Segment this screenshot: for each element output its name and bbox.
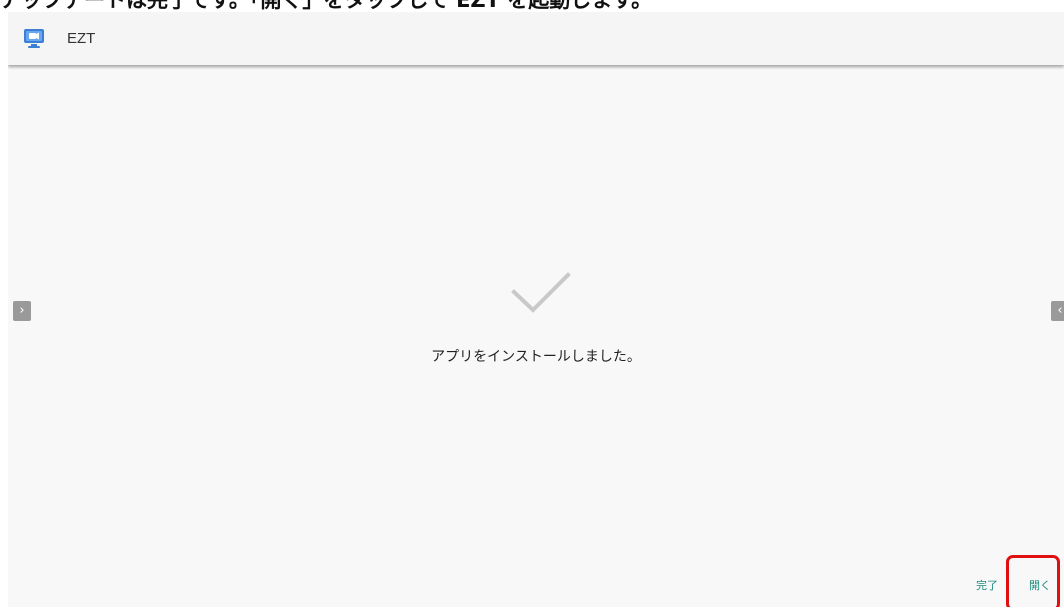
app-bar: EZT: [8, 12, 1064, 65]
install-status-message: アプリをインストールしました。: [431, 349, 641, 365]
chevron-left-icon[interactable]: ‹: [1051, 301, 1064, 321]
installer-screen: EZT › ‹ アプリをインストールしました。 完了 開く: [8, 12, 1064, 607]
checkmark-icon: [511, 272, 571, 313]
app-name: EZT: [67, 30, 96, 47]
instruction-caption: アップデートは完了です。「開く」をタップして EZT を起動します。: [0, 0, 653, 12]
chevron-right-icon[interactable]: ›: [13, 301, 31, 321]
done-button[interactable]: 完了: [976, 575, 998, 597]
monitor-app-icon: [24, 29, 44, 48]
open-button-highlight-box: [1006, 555, 1060, 607]
